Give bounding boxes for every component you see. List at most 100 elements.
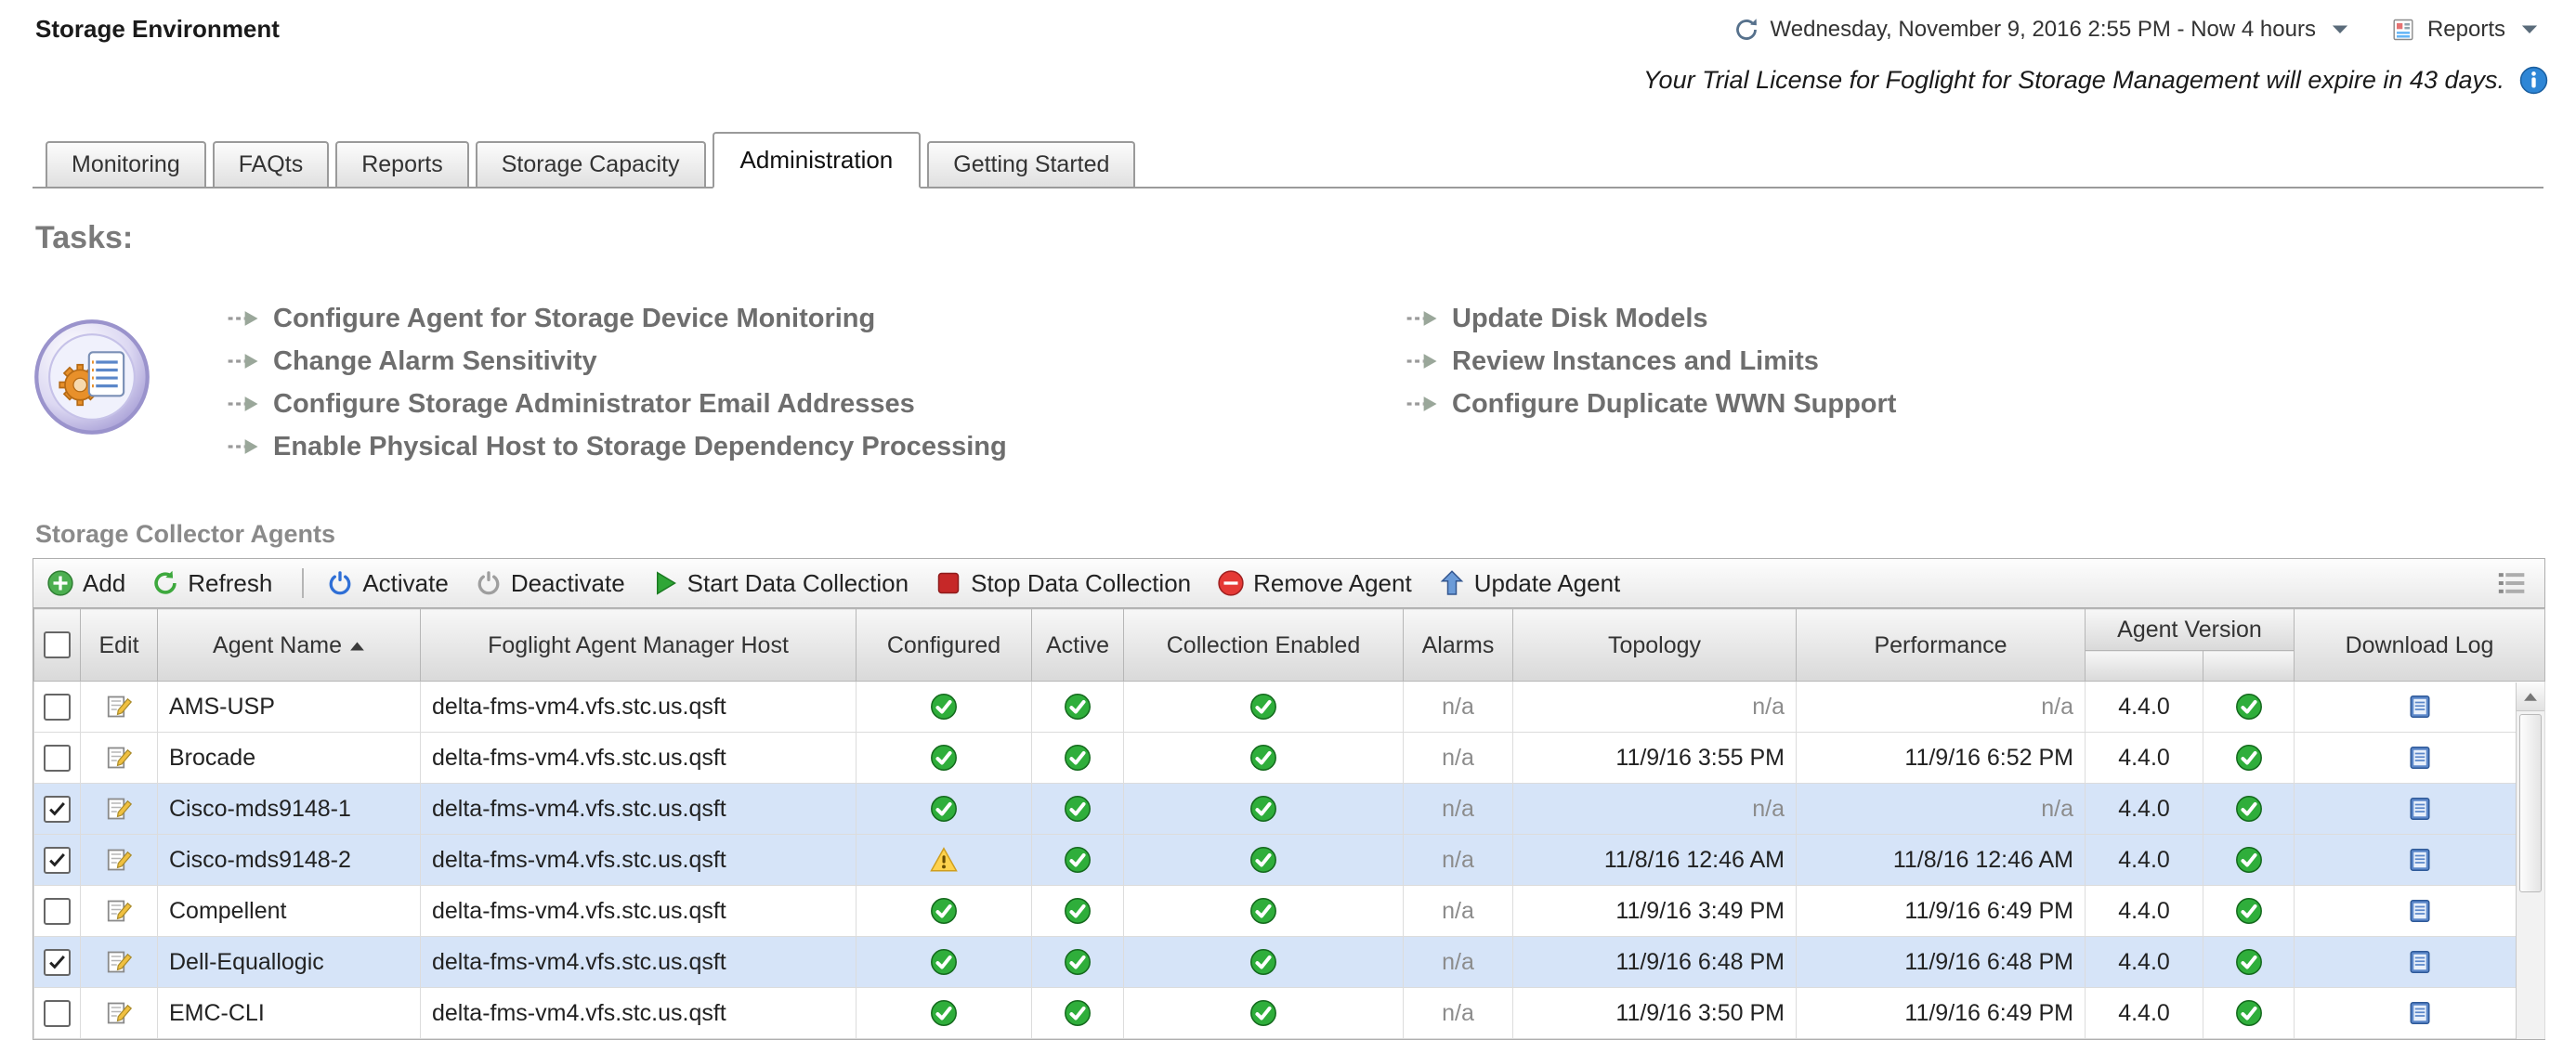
- agent-version-status-subcolumn: [2203, 651, 2295, 682]
- task-link-label: Update Disk Models: [1452, 304, 1708, 334]
- topology-cell: 11/9/16 3:49 PM: [1513, 886, 1797, 937]
- edit-icon[interactable]: [105, 693, 133, 721]
- row-checkbox[interactable]: [44, 694, 71, 721]
- task-link-enable-physical-host-to-storage-dependency-processing[interactable]: Enable Physical Host to Storage Dependen…: [227, 425, 1406, 468]
- task-link-configure-storage-administrator-email-addresses[interactable]: Configure Storage Administrator Email Ad…: [227, 383, 1406, 425]
- column-header-configured[interactable]: Configured: [856, 609, 1032, 682]
- reports-label: Reports: [2427, 17, 2505, 43]
- tab-reports[interactable]: Reports: [335, 141, 469, 187]
- task-link-review-instances-and-limits[interactable]: Review Instances and Limits: [1406, 340, 1896, 383]
- agent-row-ams-usp[interactable]: AMS-USPdelta-fms-vm4.vfs.stc.us.qsftn/an…: [34, 682, 2545, 733]
- performance-cell: n/a: [1797, 682, 2086, 733]
- download-log-icon[interactable]: [2406, 693, 2434, 721]
- download-log-icon[interactable]: [2406, 795, 2434, 823]
- start-data-collection-button[interactable]: Start Data Collection: [651, 569, 909, 598]
- row-checkbox[interactable]: [44, 949, 71, 976]
- edit-icon[interactable]: [105, 999, 133, 1027]
- column-header-topology[interactable]: Topology: [1513, 609, 1797, 682]
- agents-toolbar: Add Refresh Activate Deactivate Start Data C…: [33, 559, 2544, 608]
- download-log-icon[interactable]: [2406, 999, 2434, 1027]
- tab-getting-started[interactable]: Getting Started: [927, 141, 1135, 187]
- grid-menu-icon[interactable]: [2496, 569, 2528, 597]
- toolbar-button-label: Stop Data Collection: [971, 569, 1191, 598]
- column-header-performance[interactable]: Performance: [1797, 609, 2086, 682]
- alarms-cell: n/a: [1404, 835, 1513, 886]
- alarms-cell: n/a: [1404, 784, 1513, 835]
- alarms-cell: n/a: [1404, 682, 1513, 733]
- update-agent-button[interactable]: Update Agent: [1438, 569, 1621, 598]
- edit-icon[interactable]: [105, 744, 133, 772]
- time-range-selector[interactable]: Wednesday, November 9, 2016 2:55 PM - No…: [1733, 17, 2349, 43]
- performance-cell: 11/9/16 6:49 PM: [1797, 886, 2086, 937]
- info-icon[interactable]: [2519, 66, 2548, 95]
- license-notice-row: Your Trial License for Foglight for Stor…: [0, 44, 2576, 95]
- tab-storage-capacity[interactable]: Storage Capacity: [476, 141, 706, 187]
- edit-icon[interactable]: [105, 948, 133, 976]
- stop-data-collection-button[interactable]: Stop Data Collection: [935, 569, 1191, 598]
- reports-menu[interactable]: Reports: [2390, 17, 2539, 43]
- agents-table: Edit Agent Name Foglight Agent Manager H…: [33, 608, 2545, 1039]
- status-ok-icon: [1064, 897, 1092, 925]
- agents-grid: Add Refresh Activate Deactivate Start Data C…: [33, 558, 2545, 1040]
- scrollbar-thumb[interactable]: [2519, 714, 2542, 892]
- agent-host-cell: delta-fms-vm4.vfs.stc.us.qsft: [421, 886, 856, 937]
- agent-host-cell: delta-fms-vm4.vfs.stc.us.qsft: [421, 988, 856, 1039]
- column-header-edit[interactable]: Edit: [81, 609, 158, 682]
- download-log-icon[interactable]: [2406, 948, 2434, 976]
- column-header-agent-version[interactable]: Agent Version: [2086, 609, 2295, 651]
- activate-button[interactable]: Activate: [326, 569, 449, 598]
- task-link-label: Configure Duplicate WWN Support: [1452, 389, 1896, 420]
- task-link-change-alarm-sensitivity[interactable]: Change Alarm Sensitivity: [227, 340, 1406, 383]
- tab-faqts[interactable]: FAQts: [213, 141, 329, 187]
- row-checkbox[interactable]: [44, 898, 71, 925]
- task-link-configure-agent-for-storage-device-monitoring[interactable]: Configure Agent for Storage Device Monit…: [227, 297, 1406, 340]
- alarms-cell: n/a: [1404, 988, 1513, 1039]
- task-link-configure-duplicate-wwn-support[interactable]: Configure Duplicate WWN Support: [1406, 383, 1896, 425]
- top-bar: Storage Environment Wednesday, November …: [0, 0, 2576, 44]
- deactivate-button[interactable]: Deactivate: [475, 569, 625, 598]
- column-header-agent-name[interactable]: Agent Name: [158, 609, 421, 682]
- status-ok-icon: [2235, 795, 2263, 823]
- remove-agent-button[interactable]: Remove Agent: [1217, 569, 1412, 598]
- agent-row-dell-equallogic[interactable]: Dell-Equallogicdelta-fms-vm4.vfs.stc.us.…: [34, 937, 2545, 988]
- agent-row-emc-cli[interactable]: EMC-CLIdelta-fms-vm4.vfs.stc.us.qsftn/a1…: [34, 988, 2545, 1039]
- edit-icon[interactable]: [105, 846, 133, 874]
- task-arrow-icon: [227, 437, 260, 456]
- table-scrollbar[interactable]: [2516, 682, 2544, 1039]
- row-checkbox[interactable]: [44, 745, 71, 772]
- add-button[interactable]: Add: [46, 569, 125, 598]
- agent-row-compellent[interactable]: Compellentdelta-fms-vm4.vfs.stc.us.qsftn…: [34, 886, 2545, 937]
- download-log-icon[interactable]: [2406, 846, 2434, 874]
- column-header-download-log[interactable]: Download Log: [2295, 609, 2545, 682]
- refresh-icon: [151, 569, 179, 597]
- topology-cell: n/a: [1513, 682, 1797, 733]
- download-log-icon[interactable]: [2406, 897, 2434, 925]
- arrow-up-icon: [2523, 692, 2538, 702]
- column-header-collection-enabled[interactable]: Collection Enabled: [1124, 609, 1404, 682]
- agent-host-cell: delta-fms-vm4.vfs.stc.us.qsft: [421, 835, 856, 886]
- task-link-update-disk-models[interactable]: Update Disk Models: [1406, 297, 1896, 340]
- tab-monitoring[interactable]: Monitoring: [46, 141, 206, 187]
- column-header-alarms[interactable]: Alarms: [1404, 609, 1513, 682]
- agent-row-brocade[interactable]: Brocadedelta-fms-vm4.vfs.stc.us.qsftn/a1…: [34, 733, 2545, 784]
- agent-row-cisco-mds9148-1[interactable]: Cisco-mds9148-1delta-fms-vm4.vfs.stc.us.…: [34, 784, 2545, 835]
- row-checkbox[interactable]: [44, 1000, 71, 1027]
- sort-asc-icon: [349, 641, 365, 652]
- row-checkbox[interactable]: [44, 847, 71, 874]
- tab-administration[interactable]: Administration: [713, 132, 922, 188]
- topology-cell: 11/9/16 3:50 PM: [1513, 988, 1797, 1039]
- row-checkbox[interactable]: [44, 796, 71, 823]
- status-ok-icon: [2235, 948, 2263, 976]
- column-header-active[interactable]: Active: [1032, 609, 1124, 682]
- agent-row-cisco-mds9148-2[interactable]: Cisco-mds9148-2delta-fms-vm4.vfs.stc.us.…: [34, 835, 2545, 886]
- toolbar-button-label: Refresh: [188, 569, 272, 598]
- scroll-up-button[interactable]: [2517, 682, 2544, 711]
- column-header-host[interactable]: Foglight Agent Manager Host: [421, 609, 856, 682]
- select-all-checkbox[interactable]: [44, 631, 71, 658]
- refresh-button[interactable]: Refresh: [151, 569, 272, 598]
- download-log-icon[interactable]: [2406, 744, 2434, 772]
- edit-icon[interactable]: [105, 795, 133, 823]
- edit-icon[interactable]: [105, 897, 133, 925]
- alarms-cell: n/a: [1404, 937, 1513, 988]
- task-link-label: Configure Storage Administrator Email Ad…: [273, 389, 915, 420]
